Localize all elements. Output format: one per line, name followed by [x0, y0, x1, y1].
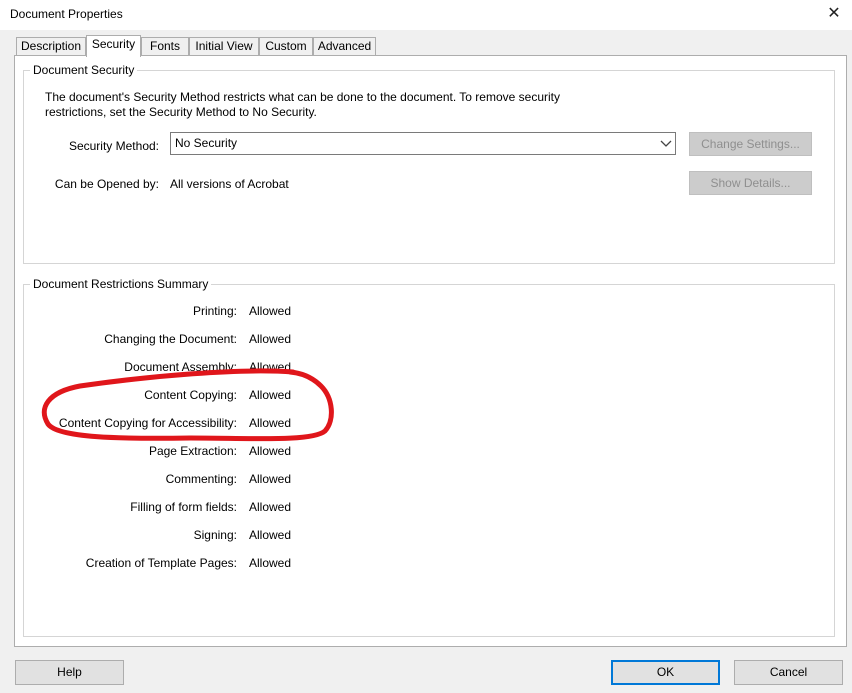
security-description: The document's Security Method restricts… [45, 90, 560, 119]
tab-advanced[interactable]: Advanced [313, 37, 376, 56]
restriction-label: Filling of form fields: [130, 500, 237, 514]
title-bar: Document Properties ✕ [0, 0, 852, 30]
help-button[interactable]: Help [15, 660, 124, 685]
restriction-label: Commenting: [165, 472, 237, 486]
restriction-value: Allowed [249, 556, 292, 570]
tab-fonts[interactable]: Fonts [141, 37, 189, 56]
tab-initial-view[interactable]: Initial View [189, 37, 259, 56]
restriction-value: Allowed [249, 416, 292, 430]
security-method-select[interactable]: No Security [170, 132, 676, 155]
restriction-value: Allowed [249, 304, 292, 318]
window-title: Document Properties [10, 7, 123, 21]
restriction-label: Content Copying: [144, 388, 237, 402]
restriction-label: Changing the Document: [104, 332, 237, 346]
document-properties-dialog: Document Properties ✕ Description Securi… [0, 0, 852, 693]
restriction-value: Allowed [249, 388, 292, 402]
opened-by-value: All versions of Acrobat [170, 177, 289, 191]
restrictions-summary-group: Document Restrictions Summary Printing: … [23, 277, 835, 637]
close-icon[interactable]: ✕ [822, 3, 846, 25]
restriction-value: Allowed [249, 444, 292, 458]
tab-description[interactable]: Description [16, 37, 86, 56]
security-method-label: Security Method: [68, 139, 159, 153]
restriction-label: Document Assembly: [124, 360, 237, 374]
security-tab-panel: Document Security The document's Securit… [14, 55, 847, 647]
security-method-value: No Security [175, 136, 238, 150]
change-settings-button[interactable]: Change Settings... [689, 132, 812, 156]
restriction-value: Allowed [249, 472, 292, 486]
restrictions-summary-title: Document Restrictions Summary [30, 277, 212, 291]
document-security-group: Document Security The document's Securit… [23, 63, 835, 264]
restriction-label: Signing: [193, 528, 237, 542]
restriction-label: Printing: [192, 304, 237, 318]
tab-custom[interactable]: Custom [259, 37, 313, 56]
opened-by-label: Can be Opened by: [54, 177, 159, 191]
show-details-button[interactable]: Show Details... [689, 171, 812, 195]
ok-button[interactable]: OK [611, 660, 720, 685]
restriction-label: Page Extraction: [148, 444, 237, 458]
restriction-value: Allowed [249, 332, 292, 346]
chevron-down-icon[interactable] [659, 136, 673, 151]
cancel-button[interactable]: Cancel [734, 660, 843, 685]
document-security-title: Document Security [30, 63, 138, 77]
restriction-label: Creation of Template Pages: [85, 556, 237, 570]
restriction-value: Allowed [249, 500, 292, 514]
restriction-value: Allowed [249, 360, 292, 374]
tab-security[interactable]: Security [86, 35, 141, 57]
restriction-value: Allowed [249, 528, 292, 542]
restriction-label: Content Copying for Accessibility: [58, 416, 237, 430]
